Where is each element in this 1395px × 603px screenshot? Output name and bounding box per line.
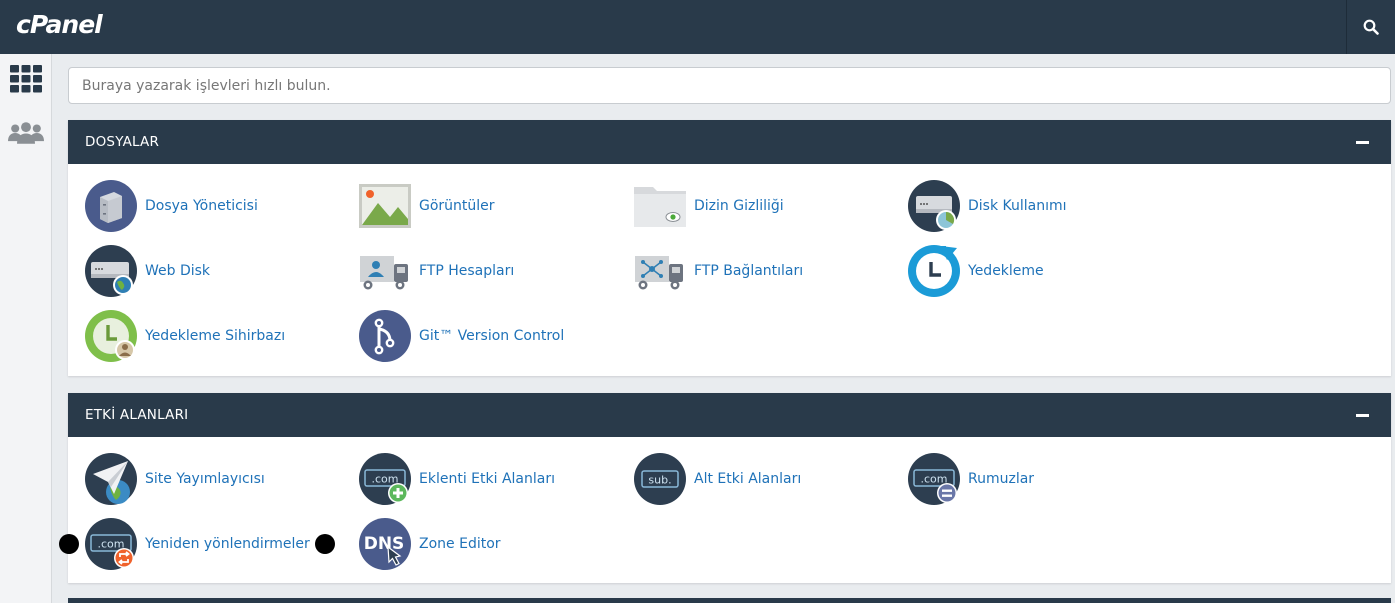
item-label: Görüntüler: [419, 198, 495, 214]
item-label: Git™ Version Control: [419, 328, 565, 344]
item-redirects[interactable]: .com Yeniden yönlendirmeler: [84, 517, 310, 571]
ftp-connections-icon: [633, 244, 687, 298]
git-icon: [358, 309, 412, 363]
section-domains-header[interactable]: ETKİ ALANLARI: [68, 393, 1391, 437]
section-next-header: [68, 598, 1391, 603]
item-zone-editor[interactable]: DNS Zone Editor: [358, 517, 501, 571]
directory-privacy-icon: [633, 179, 687, 233]
item-label: Site Yayımlayıcısı: [145, 471, 265, 487]
item-git-version-control[interactable]: Git™ Version Control: [358, 309, 564, 363]
subdomains-icon: sub.: [633, 452, 687, 506]
file-manager-icon: [84, 179, 138, 233]
search-icon: [1363, 19, 1379, 35]
item-aliases[interactable]: .com Rumuzlar: [907, 452, 1034, 506]
zone-editor-icon: DNS: [358, 517, 412, 571]
users-icon: [8, 122, 44, 144]
item-images[interactable]: Görüntüler: [358, 179, 495, 233]
left-sidebar: [0, 54, 52, 603]
item-site-publisher[interactable]: Site Yayımlayıcısı: [84, 452, 265, 506]
item-label: Yeniden yönlendirmeler: [145, 536, 310, 552]
item-backup-wizard[interactable]: Yedekleme Sihirbazı: [84, 309, 285, 363]
item-label: Alt Etki Alanları: [694, 471, 802, 487]
sidebar-item-home[interactable]: [8, 62, 44, 96]
redirects-icon: .com: [84, 517, 138, 571]
ftp-accounts-icon: [358, 244, 412, 298]
web-disk-icon: [84, 244, 138, 298]
aliases-icon: .com: [907, 452, 961, 506]
section-domains: ETKİ ALANLARI Site Yayımlayıcısı .com Ek…: [68, 393, 1391, 583]
marker-dot-left: [59, 534, 79, 554]
images-icon: [358, 179, 412, 233]
backup-icon: [907, 244, 961, 298]
quick-find-input[interactable]: [68, 67, 1391, 104]
item-disk-usage[interactable]: Disk Kullanımı: [907, 179, 1067, 233]
item-ftp-connections[interactable]: FTP Bağlantıları: [633, 244, 803, 298]
svg-text:DNS: DNS: [364, 534, 405, 554]
sidebar-item-users[interactable]: [8, 116, 44, 150]
svg-text:.com: .com: [372, 473, 399, 486]
item-label: Yedekleme Sihirbazı: [145, 328, 286, 344]
section-title: ETKİ ALANLARI: [85, 407, 189, 423]
item-addon-domains[interactable]: .com Eklenti Etki Alanları: [358, 452, 555, 506]
search-button[interactable]: [1346, 0, 1395, 54]
item-ftp-accounts[interactable]: FTP Hesapları: [358, 244, 514, 298]
marker-dot-right: [315, 534, 335, 554]
item-label: Yedekleme: [968, 263, 1044, 279]
grid-icon: [10, 65, 42, 93]
item-label: Dosya Yöneticisi: [145, 198, 258, 214]
section-files: DOSYALAR Dosya Yöneticisi Görüntüler Diz…: [68, 120, 1391, 376]
item-label: Rumuzlar: [968, 471, 1035, 487]
svg-text:.com: .com: [98, 538, 125, 551]
cpanel-logo[interactable]: cPanel: [16, 10, 103, 39]
item-label: FTP Bağlantıları: [694, 263, 804, 279]
item-directory-privacy[interactable]: Dizin Gizliliği: [633, 179, 784, 233]
addon-domains-icon: .com: [358, 452, 412, 506]
item-file-manager[interactable]: Dosya Yöneticisi: [84, 179, 258, 233]
collapse-icon[interactable]: [1356, 414, 1369, 417]
section-files-header[interactable]: DOSYALAR: [68, 120, 1391, 164]
item-backup[interactable]: Yedekleme: [907, 244, 1044, 298]
site-publisher-icon: [84, 452, 138, 506]
item-label: FTP Hesapları: [419, 263, 515, 279]
backup-wizard-icon: [84, 309, 138, 363]
svg-text:sub.: sub.: [648, 474, 671, 487]
item-label: Zone Editor: [419, 536, 501, 552]
item-label: Disk Kullanımı: [968, 198, 1067, 214]
section-title: DOSYALAR: [85, 134, 160, 150]
item-label: Dizin Gizliliği: [694, 198, 784, 214]
collapse-icon[interactable]: [1356, 141, 1369, 144]
disk-usage-icon: [907, 179, 961, 233]
item-subdomains[interactable]: sub. Alt Etki Alanları: [633, 452, 801, 506]
item-label: Web Disk: [145, 263, 211, 279]
item-label: Eklenti Etki Alanları: [419, 471, 555, 487]
top-bar: cPanel: [0, 0, 1395, 54]
svg-text:.com: .com: [921, 473, 948, 486]
item-web-disk[interactable]: Web Disk: [84, 244, 210, 298]
